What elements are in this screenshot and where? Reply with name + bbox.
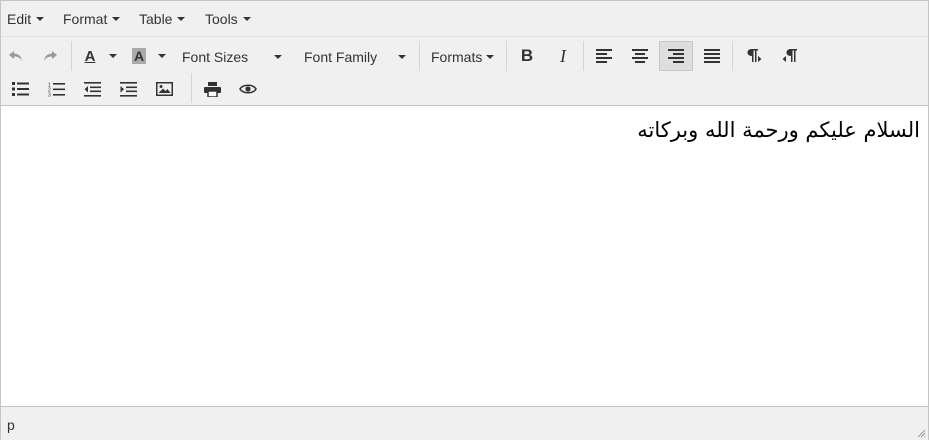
menu-table[interactable]: Table: [139, 11, 186, 27]
chevron-down-icon: [158, 54, 166, 58]
indent-icon: [119, 81, 137, 97]
background-color-button[interactable]: A: [128, 44, 150, 68]
align-left-icon: [596, 49, 612, 63]
bullet-list-icon: [11, 82, 29, 96]
rtl-button[interactable]: [777, 43, 803, 69]
chevron-down-icon: [242, 17, 251, 21]
resize-handle-icon[interactable]: [916, 428, 926, 438]
text-color-dropdown[interactable]: [104, 44, 120, 68]
insert-image-button[interactable]: [151, 76, 177, 102]
menu-edit-label: Edit: [7, 11, 32, 27]
undo-icon: [9, 51, 22, 61]
statusbar: p: [1, 406, 928, 440]
menu-format[interactable]: Format: [63, 11, 121, 27]
element-path[interactable]: p: [7, 417, 15, 433]
align-justify-button[interactable]: [699, 43, 725, 69]
preview-button[interactable]: [235, 76, 261, 102]
menubar: Edit Format Table Tools: [1, 1, 928, 37]
align-right-button[interactable]: [659, 41, 693, 71]
align-justify-icon: [704, 49, 720, 63]
outdent-button[interactable]: [79, 76, 105, 102]
indent-button[interactable]: [115, 76, 141, 102]
formats-label: Formats: [431, 49, 483, 65]
bold-button[interactable]: B: [515, 44, 539, 68]
menu-table-label: Table: [139, 11, 173, 27]
bold-icon: B: [520, 46, 534, 65]
menu-tools[interactable]: Tools: [205, 11, 251, 27]
chevron-down-icon: [109, 54, 117, 58]
image-icon: [155, 82, 173, 96]
formats-select[interactable]: Formats: [431, 46, 497, 68]
align-center-button[interactable]: [627, 43, 653, 69]
redo-button[interactable]: [39, 44, 61, 68]
align-right-icon: [668, 49, 684, 63]
eye-icon: [239, 84, 257, 94]
chevron-down-icon: [274, 55, 282, 59]
editor-content-area[interactable]: السلام عليكم ورحمة الله وبركاته: [1, 106, 928, 406]
outdent-icon: [83, 81, 101, 97]
toolbar-separator: [419, 41, 420, 71]
italic-button[interactable]: I: [551, 44, 575, 68]
font-family-select[interactable]: Font Family: [304, 46, 410, 68]
menu-format-label: Format: [63, 11, 108, 27]
toolbar-separator: [583, 41, 584, 71]
ltr-icon: [747, 49, 762, 62]
background-color-dropdown[interactable]: [153, 44, 169, 68]
toolbar-separator: [506, 41, 507, 71]
print-icon: [203, 81, 221, 97]
font-sizes-select[interactable]: Font Sizes: [182, 46, 288, 68]
chevron-down-icon: [398, 55, 406, 59]
menu-tools-label: Tools: [205, 11, 238, 27]
text-color-icon: A: [84, 47, 96, 65]
align-left-button[interactable]: [591, 43, 617, 69]
numbered-list-button[interactable]: 123: [43, 76, 69, 102]
text-color-button[interactable]: A: [79, 44, 101, 68]
chevron-down-icon: [36, 17, 45, 21]
content-paragraph[interactable]: السلام عليكم ورحمة الله وبركاته: [637, 118, 920, 142]
numbered-list-icon: 123: [48, 82, 65, 97]
undo-button[interactable]: [5, 44, 27, 68]
menu-edit[interactable]: Edit: [7, 11, 45, 27]
italic-icon: I: [560, 45, 566, 66]
font-family-label: Font Family: [304, 49, 378, 65]
print-button[interactable]: [199, 76, 225, 102]
toolbar-separator: [191, 73, 192, 103]
font-sizes-label: Font Sizes: [182, 49, 249, 65]
background-color-icon: A: [131, 48, 147, 64]
chevron-down-icon: [177, 17, 186, 21]
rich-text-editor: Edit Format Table Tools A A Font Sizes F…: [0, 0, 929, 440]
redo-icon: [44, 51, 57, 61]
align-center-icon: [632, 49, 648, 63]
toolbar-separator: [71, 41, 72, 71]
ltr-button[interactable]: [741, 43, 767, 69]
chevron-down-icon: [112, 17, 121, 21]
toolbar-separator: [732, 41, 733, 71]
rtl-icon: [782, 49, 797, 62]
svg-text:3: 3: [48, 92, 51, 97]
bullet-list-button[interactable]: [7, 76, 33, 102]
chevron-down-icon: [486, 55, 495, 59]
toolbar: A A Font Sizes Font Family Formats B I 1…: [1, 37, 928, 106]
